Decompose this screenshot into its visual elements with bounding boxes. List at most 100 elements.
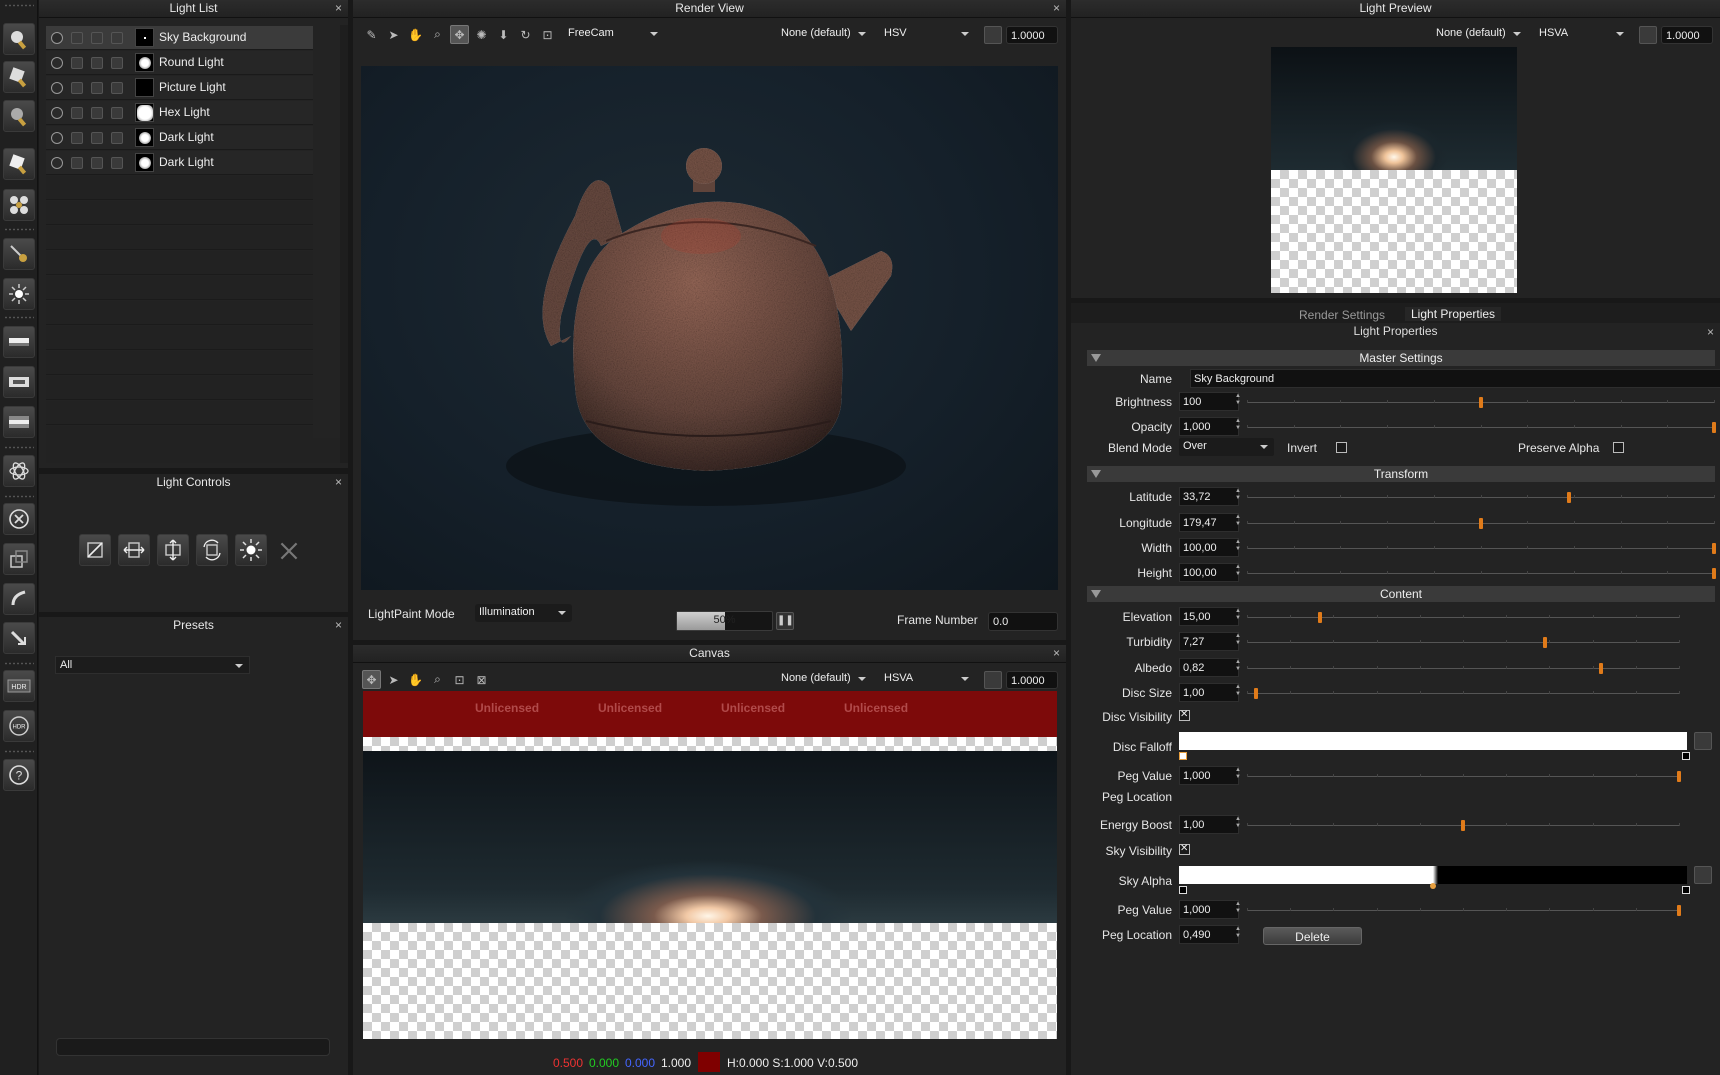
canvas-zoom-icon[interactable]: ⌕	[428, 670, 447, 689]
atom-button[interactable]	[3, 455, 35, 487]
select-arrow-icon[interactable]: ➤	[384, 25, 403, 44]
slider-handle[interactable]	[1677, 771, 1681, 782]
slider-handle[interactable]	[1461, 820, 1465, 831]
solo-toggle[interactable]	[71, 107, 83, 119]
disc-visibility-checkbox[interactable]	[1179, 709, 1190, 721]
visibility-toggle-icon[interactable]	[51, 107, 63, 119]
canvas-select-arrow-icon[interactable]: ➤	[384, 670, 403, 689]
arrow-left-button[interactable]	[3, 583, 35, 615]
delete-peg-button[interactable]: Delete	[1263, 927, 1362, 945]
visibility-toggle-icon[interactable]	[51, 57, 63, 69]
orbit-icon[interactable]: ✺	[472, 25, 491, 44]
slider-track[interactable]	[1247, 518, 1715, 529]
slider-handle[interactable]	[1543, 637, 1548, 648]
add-picture-light-button[interactable]	[3, 148, 35, 180]
gradient-midpoint[interactable]	[1430, 883, 1436, 889]
presets-search-input[interactable]	[56, 1038, 330, 1056]
gradient-c-button[interactable]	[3, 406, 35, 438]
slider-value-field[interactable]: 100,00	[1179, 538, 1239, 557]
slider-track[interactable]	[1247, 905, 1681, 916]
gradient-stop-start[interactable]	[1179, 886, 1187, 894]
canvas-exposure-icon[interactable]	[984, 671, 1002, 689]
lock-toggle[interactable]	[91, 57, 103, 69]
canvas-move-icon[interactable]: ✥	[362, 670, 381, 689]
sky-alpha-gradient[interactable]	[1179, 866, 1687, 884]
light-name-field[interactable]: Sky Background	[1190, 369, 1720, 388]
light-list-scrollbar[interactable]	[340, 25, 348, 463]
lock-toggle[interactable]	[91, 82, 103, 94]
rotate-view-icon[interactable]: ↻	[516, 25, 535, 44]
presets-filter-dropdown[interactable]: All	[55, 656, 250, 674]
canvas-colorspace-dropdown[interactable]: None (default)	[777, 670, 872, 688]
lock-toggle[interactable]	[91, 107, 103, 119]
canvas-image[interactable]: Unlicensed Unlicensed Unlicensed Unlicen…	[363, 691, 1057, 1039]
section-transform[interactable]: Transform	[1087, 466, 1715, 482]
mute-toggle[interactable]	[111, 82, 123, 94]
control-rotate-button[interactable]	[196, 534, 228, 566]
invert-checkbox[interactable]	[1336, 442, 1347, 453]
slider-value-field[interactable]: 0,82	[1179, 658, 1239, 677]
lock-toggle[interactable]	[91, 157, 103, 169]
sky-visibility-checkbox[interactable]	[1179, 843, 1190, 855]
sky-alpha-curve-icon[interactable]	[1694, 866, 1712, 884]
slider-value-field[interactable]: 179,47	[1179, 513, 1239, 532]
slider-handle[interactable]	[1478, 397, 1483, 408]
slider-track[interactable]	[1247, 568, 1716, 579]
slider-track[interactable]	[1247, 612, 1680, 623]
sun-tool-button[interactable]	[3, 278, 35, 310]
pan-hand-icon[interactable]: ✋	[406, 25, 425, 44]
solo-toggle[interactable]	[71, 32, 83, 44]
frame-number-field[interactable]: 0.0	[988, 612, 1058, 631]
slider-value-field[interactable]: 15,00	[1179, 607, 1239, 626]
visibility-toggle-icon[interactable]	[51, 82, 63, 94]
slider-value-field[interactable]: 1,000	[1179, 417, 1239, 436]
blend-mode-dropdown[interactable]: Over	[1179, 438, 1274, 456]
add-soft-light-button[interactable]	[3, 100, 35, 132]
canvas-close-icon[interactable]: ×	[1053, 646, 1060, 661]
control-scale-v-button[interactable]	[157, 534, 189, 566]
preview-colorspace-dropdown[interactable]: None (default)	[1432, 25, 1527, 43]
canvas-zoom-region-icon[interactable]: ⊠	[472, 670, 491, 689]
solo-toggle[interactable]	[71, 57, 83, 69]
slider-value-field[interactable]: 0,490	[1179, 925, 1239, 944]
gradient-stop-end[interactable]	[1682, 752, 1690, 760]
spinner-arrows-icon[interactable]: ▲ ▼	[1235, 816, 1243, 830]
canvas-color-mode-dropdown[interactable]: HSVA	[880, 670, 975, 688]
slider-value-field[interactable]: 33,72	[1179, 487, 1239, 506]
light-row[interactable]: Round Light	[46, 51, 313, 75]
brush-tool-button[interactable]	[3, 238, 35, 270]
slider-value-field[interactable]: 1,00	[1179, 683, 1239, 702]
slider-track[interactable]	[1247, 663, 1680, 674]
slider-track[interactable]	[1247, 397, 1715, 408]
slider-track[interactable]	[1247, 771, 1681, 782]
mute-toggle[interactable]	[111, 32, 123, 44]
add-round-light-button[interactable]	[3, 23, 35, 55]
slider-track[interactable]	[1247, 422, 1716, 433]
spinner-arrows-icon[interactable]: ▲ ▼	[1235, 684, 1243, 698]
preserve-alpha-checkbox[interactable]	[1613, 442, 1624, 453]
gradient-a-button[interactable]	[3, 326, 35, 358]
visibility-toggle-icon[interactable]	[51, 157, 63, 169]
light-row[interactable]: Sky Background	[46, 26, 313, 50]
preview-exposure-field[interactable]: 1.0000	[1661, 26, 1713, 44]
slider-handle[interactable]	[1599, 663, 1604, 674]
spinner-arrows-icon[interactable]: ▲ ▼	[1235, 767, 1243, 781]
render-exposure-field[interactable]: 1.0000	[1006, 26, 1058, 44]
slider-handle[interactable]	[1318, 612, 1323, 623]
slider-track[interactable]	[1247, 688, 1680, 699]
gradient-stop-end[interactable]	[1682, 886, 1690, 894]
mute-toggle[interactable]	[111, 132, 123, 144]
spinner-arrows-icon[interactable]: ▲ ▼	[1235, 926, 1243, 940]
spinner-arrows-icon[interactable]: ▲ ▼	[1235, 901, 1243, 915]
slider-handle[interactable]	[1712, 568, 1716, 579]
light-list-close-icon[interactable]: ×	[335, 1, 342, 16]
add-multi-light-button[interactable]	[3, 189, 35, 221]
control-scale-h-button[interactable]	[118, 534, 150, 566]
slider-value-field[interactable]: 100	[1179, 392, 1239, 411]
spinner-arrows-icon[interactable]: ▲ ▼	[1235, 633, 1243, 647]
hdr-button[interactable]: HDR	[3, 670, 35, 702]
arrow-right-button[interactable]	[3, 622, 35, 654]
lock-toggle[interactable]	[91, 132, 103, 144]
slider-handle[interactable]	[1712, 422, 1716, 433]
slider-track[interactable]	[1247, 492, 1715, 503]
